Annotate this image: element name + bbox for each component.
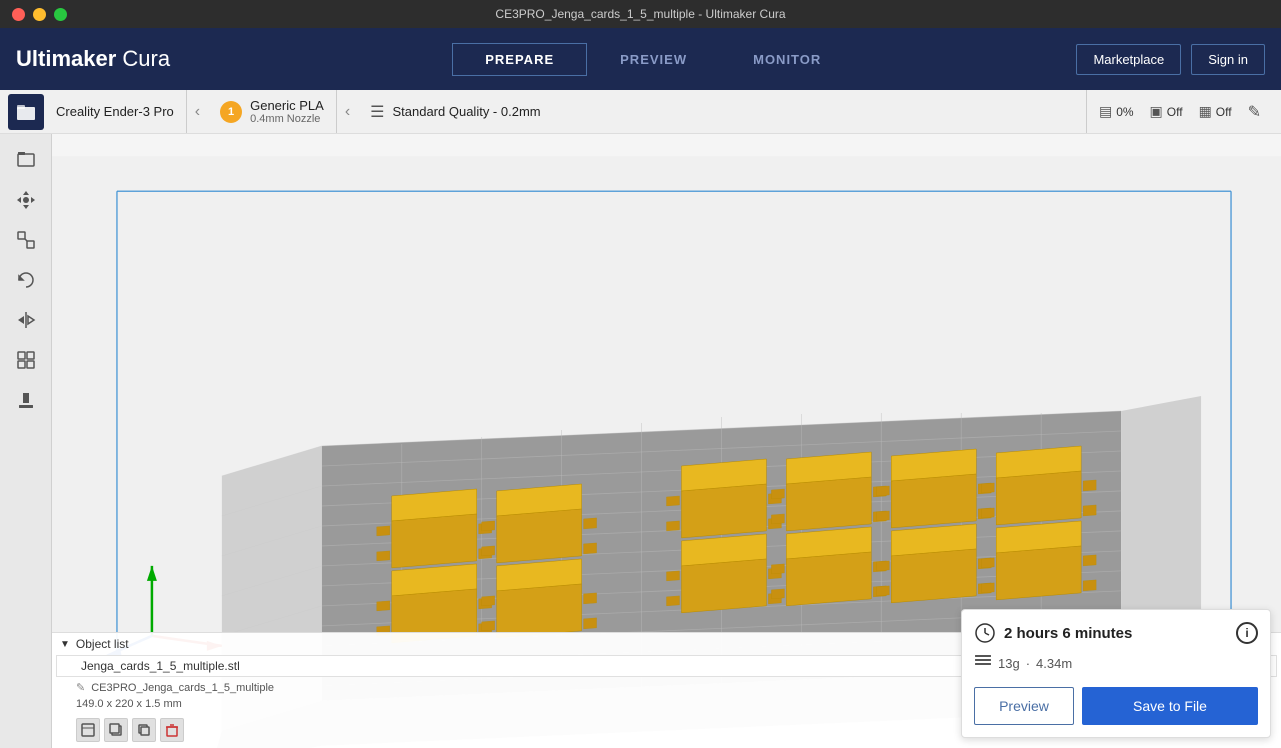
quality-selector[interactable]: ☰ Standard Quality - 0.2mm — [358, 90, 1087, 133]
maximize-button[interactable] — [54, 8, 67, 21]
left-sidebar — [0, 134, 52, 748]
material-selector[interactable]: 1 Generic PLA 0.4mm Nozzle — [208, 90, 337, 133]
material-length: 4.34m — [1036, 656, 1072, 671]
object-list-toggle-icon: ▼ — [60, 639, 70, 650]
infill-value: 0% — [1116, 105, 1133, 119]
marketplace-button[interactable]: Marketplace — [1076, 44, 1181, 75]
action-duplicate-icon[interactable] — [104, 718, 128, 742]
infill-setting[interactable]: ▤ 0% — [1099, 103, 1134, 120]
tab-monitor[interactable]: MONITOR — [720, 43, 854, 76]
info-icon[interactable]: i — [1236, 622, 1258, 644]
object-list-label: Object list — [76, 637, 129, 651]
support-icon: ▣ — [1150, 103, 1163, 120]
printer-selector[interactable]: Creality Ender-3 Pro — [44, 90, 187, 133]
settings-edit-icon[interactable]: ✎ — [1248, 102, 1261, 122]
signin-button[interactable]: Sign in — [1191, 44, 1265, 75]
tool-mirror[interactable] — [8, 302, 44, 338]
action-copy-icon[interactable] — [132, 718, 156, 742]
tool-open[interactable] — [8, 142, 44, 178]
print-actions: Preview Save to File — [974, 687, 1258, 725]
action-cube-icon[interactable] — [76, 718, 100, 742]
support-value: Off — [1167, 105, 1183, 119]
close-button[interactable] — [12, 8, 25, 21]
tool-scale[interactable] — [8, 222, 44, 258]
brand-name: Ultimaker — [16, 46, 116, 71]
header-actions: Marketplace Sign in — [1076, 44, 1265, 75]
nav-tabs: PREPARE PREVIEW MONITOR — [230, 43, 1076, 76]
minimize-button[interactable] — [33, 8, 46, 21]
material-sep: · — [1026, 656, 1030, 671]
action-delete-icon[interactable] — [160, 718, 184, 742]
material-name: Generic PLA — [250, 98, 324, 113]
window-title: CE3PRO_Jenga_cards_1_5_multiple - Ultima… — [495, 7, 785, 21]
save-to-file-button[interactable]: Save to File — [1082, 687, 1258, 725]
tab-prepare[interactable]: PREPARE — [452, 43, 587, 76]
material-weight: 13g — [998, 656, 1020, 671]
edit-pencil-icon[interactable]: ✎ — [76, 681, 85, 694]
material-prev-arrow[interactable]: ‹ — [337, 103, 358, 121]
open-file-button[interactable] — [8, 94, 44, 130]
app-header: Ultimaker Cura PREPARE PREVIEW MONITOR M… — [0, 28, 1281, 90]
printer-name: Creality Ender-3 Pro — [56, 104, 174, 119]
print-time: 2 hours 6 minutes — [974, 622, 1132, 644]
tool-rotate[interactable] — [8, 262, 44, 298]
print-time-label: 2 hours 6 minutes — [1004, 625, 1132, 642]
adhesion-value: Off — [1216, 105, 1232, 119]
title-bar: CE3PRO_Jenga_cards_1_5_multiple - Ultima… — [0, 0, 1281, 28]
material-badge: 1 — [220, 101, 242, 123]
print-info-panel: 2 hours 6 minutes i 13g · 4.34m Preview — [961, 609, 1271, 738]
app-logo: Ultimaker Cura — [16, 46, 170, 72]
quality-icon: ☰ — [370, 102, 384, 122]
toolbar: Creality Ender-3 Pro ‹ 1 Generic PLA 0.4… — [0, 90, 1281, 134]
tool-support[interactable] — [8, 382, 44, 418]
print-material: 13g · 4.34m — [974, 652, 1258, 675]
tool-move[interactable] — [8, 182, 44, 218]
adhesion-icon: ▦ — [1199, 103, 1212, 120]
preview-button[interactable]: Preview — [974, 687, 1074, 725]
object-name: CE3PRO_Jenga_cards_1_5_multiple — [91, 682, 274, 694]
filament-icon — [974, 652, 992, 675]
print-time-row: 2 hours 6 minutes i — [974, 622, 1258, 644]
clock-icon — [974, 622, 996, 644]
main-area: ▼ Object list Jenga_cards_1_5_multiple.s… — [0, 134, 1281, 748]
infill-icon: ▤ — [1099, 103, 1112, 120]
window-controls[interactable] — [12, 8, 67, 21]
material-nozzle: 0.4mm Nozzle — [250, 113, 324, 125]
support-setting[interactable]: ▣ Off — [1150, 103, 1183, 120]
product-name: Cura — [122, 46, 170, 71]
toolbar-settings: ▤ 0% ▣ Off ▦ Off ✎ — [1087, 102, 1273, 122]
tab-preview[interactable]: PREVIEW — [587, 43, 720, 76]
adhesion-setting[interactable]: ▦ Off — [1199, 103, 1232, 120]
tool-per-model[interactable] — [8, 342, 44, 378]
quality-name: Standard Quality - 0.2mm — [392, 104, 540, 119]
printer-prev-arrow[interactable]: ‹ — [187, 103, 208, 121]
viewport[interactable]: ▼ Object list Jenga_cards_1_5_multiple.s… — [52, 134, 1281, 748]
